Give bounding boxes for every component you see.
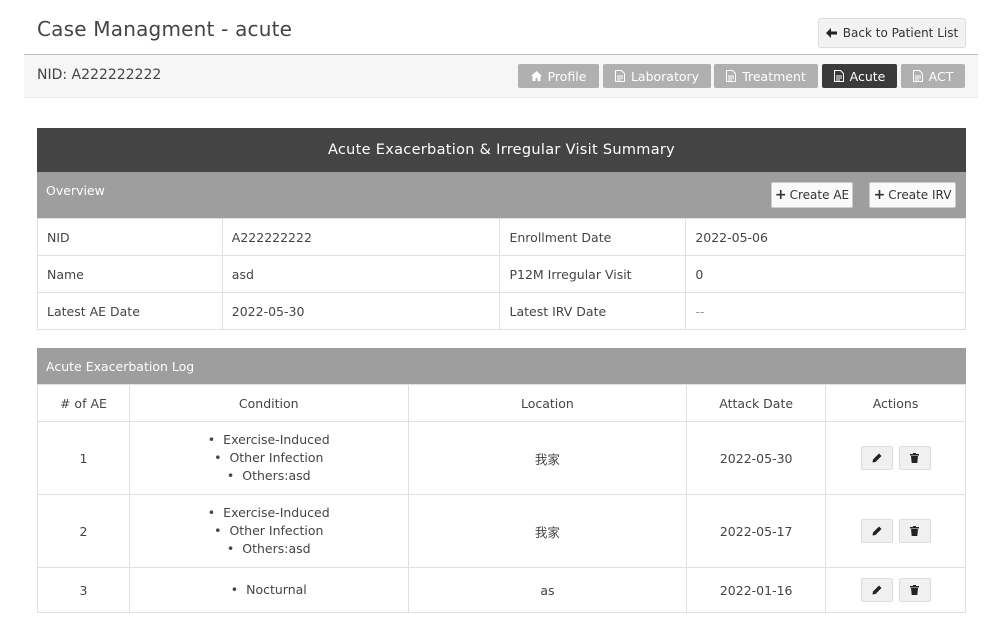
info-value: A222222222 <box>221 218 501 256</box>
tab-treatment[interactable]: Treatment <box>714 64 818 88</box>
summary-panel-title: Acute Exacerbation & Irregular Visit Sum… <box>37 128 966 172</box>
info-value: 0 <box>685 255 966 293</box>
back-to-patient-list-label: Back to Patient List <box>842 26 959 40</box>
home-icon <box>530 71 542 81</box>
ae-log-title: Acute Exacerbation Log <box>37 348 966 384</box>
pencil-icon <box>872 583 882 598</box>
document-icon <box>726 70 737 82</box>
tab-act-label: ACT <box>928 68 954 84</box>
document-icon <box>614 70 625 82</box>
document-icon <box>833 70 844 82</box>
list-item: Other Infection <box>130 449 408 467</box>
create-ae-label: Create AE <box>789 188 850 202</box>
trash-icon <box>910 524 920 539</box>
document-icon <box>912 70 923 82</box>
ae-number: 2 <box>37 494 130 568</box>
location-cell: 我家 <box>407 494 688 568</box>
create-irv-label: Create IRV <box>888 188 952 202</box>
summary-info-table: NID A222222222 Enrollment Date 2022-05-0… <box>37 218 966 330</box>
overview-bar: Overview + Create AE + Create IRV <box>37 172 966 218</box>
arrow-left-icon <box>825 28 837 38</box>
actions-cell <box>825 567 966 613</box>
tab-profile[interactable]: Profile <box>518 64 599 88</box>
info-key: Name <box>37 255 223 293</box>
info-key: P12M Irregular Visit <box>499 255 687 293</box>
attack-date-cell: 2022-01-16 <box>686 567 827 613</box>
plus-icon: + <box>774 187 787 203</box>
table-row: 2 Exercise-Induced Other Infection Other… <box>37 494 966 568</box>
tab-treatment-label: Treatment <box>742 68 806 84</box>
nid-label: NID: A222222222 <box>37 67 162 83</box>
table-header-row: # of AE Condition Location Attack Date A… <box>37 384 966 422</box>
table-row: NID A222222222 Enrollment Date 2022-05-0… <box>37 218 966 256</box>
location-cell: as <box>407 567 688 613</box>
edit-button[interactable] <box>860 446 893 470</box>
attack-date-cell: 2022-05-30 <box>686 421 827 495</box>
info-key: Enrollment Date <box>499 218 687 256</box>
trash-icon <box>910 583 920 598</box>
actions-cell <box>825 494 966 568</box>
condition-cell: Exercise-Induced Other Infection Others:… <box>128 421 409 495</box>
tab-acute[interactable]: Acute <box>822 64 897 88</box>
list-item: Nocturnal <box>130 581 408 599</box>
delete-button[interactable] <box>898 446 931 470</box>
actions-cell <box>825 421 966 495</box>
attack-date-cell: 2022-05-17 <box>686 494 827 568</box>
plus-icon: + <box>873 187 886 203</box>
column-header: Attack Date <box>686 384 827 422</box>
tab-acute-label: Acute <box>849 68 886 84</box>
info-value: 2022-05-06 <box>685 218 966 256</box>
column-header: Condition <box>128 384 409 422</box>
list-item: Exercise-Induced <box>130 504 408 522</box>
table-row: 3 Nocturnal as 2022-01-16 <box>37 567 966 613</box>
column-header: Actions <box>825 384 966 422</box>
tab-act[interactable]: ACT <box>901 64 965 88</box>
ae-number: 3 <box>37 567 130 613</box>
info-value: -- <box>685 292 966 330</box>
column-header: Location <box>407 384 688 422</box>
page-title: Case Managment - acute <box>37 17 293 41</box>
list-item: Others:asd <box>130 540 408 558</box>
delete-button[interactable] <box>898 519 931 543</box>
info-value: 2022-05-30 <box>221 292 501 330</box>
create-ae-button[interactable]: + Create AE <box>771 182 853 208</box>
condition-cell: Exercise-Induced Other Infection Others:… <box>128 494 409 568</box>
info-key: Latest IRV Date <box>499 292 687 330</box>
table-row: Name asd P12M Irregular Visit 0 <box>37 255 966 293</box>
info-key: NID <box>37 218 223 256</box>
info-value: asd <box>221 255 501 293</box>
tab-laboratory-label: Laboratory <box>630 68 700 84</box>
pencil-icon <box>872 451 882 466</box>
edit-button[interactable] <box>860 519 893 543</box>
ae-log-table: # of AE Condition Location Attack Date A… <box>37 384 966 613</box>
list-item: Other Infection <box>130 522 408 540</box>
edit-button[interactable] <box>860 578 893 602</box>
back-to-patient-list-button[interactable]: Back to Patient List <box>818 18 966 48</box>
location-cell: 我家 <box>407 421 688 495</box>
info-key: Latest AE Date <box>37 292 223 330</box>
ae-number: 1 <box>37 421 130 495</box>
condition-cell: Nocturnal <box>128 567 409 613</box>
list-item: Others:asd <box>130 467 408 485</box>
overview-label: Overview <box>46 183 105 198</box>
pencil-icon <box>872 524 882 539</box>
tab-laboratory[interactable]: Laboratory <box>603 64 711 88</box>
create-irv-button[interactable]: + Create IRV <box>869 182 956 208</box>
delete-button[interactable] <box>898 578 931 602</box>
table-row: Latest AE Date 2022-05-30 Latest IRV Dat… <box>37 292 966 330</box>
list-item: Exercise-Induced <box>130 431 408 449</box>
column-header: # of AE <box>37 384 130 422</box>
tab-profile-label: Profile <box>547 68 587 84</box>
table-row: 1 Exercise-Induced Other Infection Other… <box>37 421 966 495</box>
trash-icon <box>910 451 920 466</box>
